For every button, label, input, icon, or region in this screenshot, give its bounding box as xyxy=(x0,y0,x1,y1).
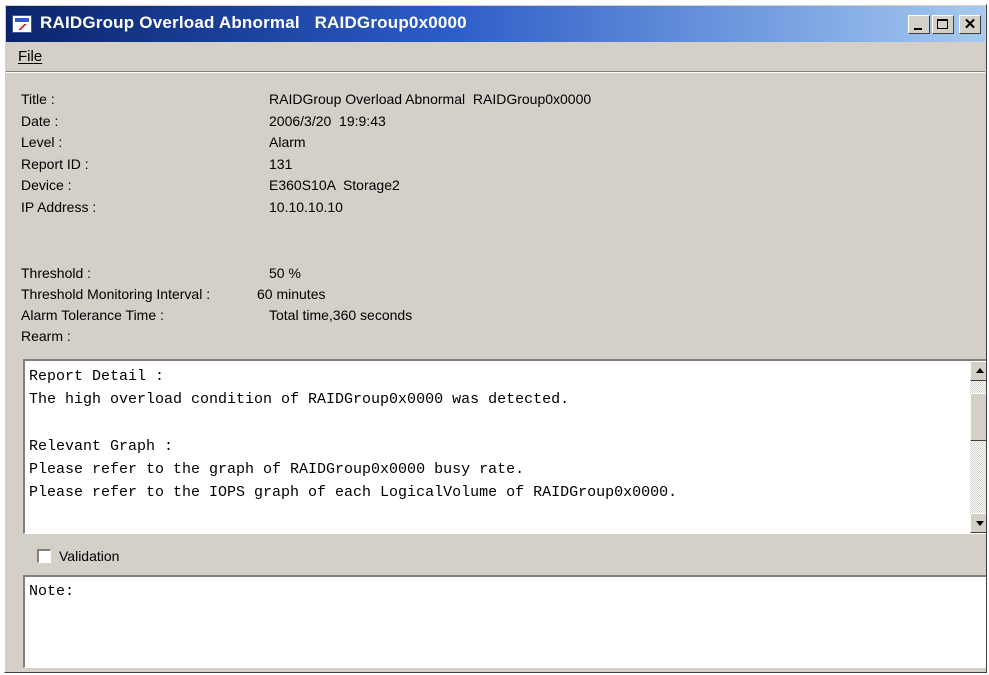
report-window: RAIDGroup Overload Abnormal RAIDGroup0x0… xyxy=(4,4,987,673)
info-label: Rearm : xyxy=(21,328,71,344)
info-label: Report ID : xyxy=(21,155,89,172)
info-label: Threshold : xyxy=(21,265,92,281)
detail-line: Please refer to the graph of RAIDGroup0x… xyxy=(29,461,525,479)
detail-line: Report Detail : xyxy=(29,368,165,385)
note-textarea[interactable]: Note: xyxy=(23,575,986,668)
detail-line: Relevant Graph : xyxy=(29,437,174,455)
menu-separator xyxy=(6,71,985,73)
down-arrow-icon xyxy=(976,521,984,526)
info-value: 10.10.10.10 xyxy=(269,198,343,215)
report-detail-textarea[interactable]: Report Detail : The high overload conditi… xyxy=(23,359,986,534)
validation-checkbox[interactable] xyxy=(37,549,51,563)
info-label: Level : xyxy=(21,134,63,150)
report-window-icon[interactable] xyxy=(12,15,32,33)
info-value: 50 % xyxy=(269,265,301,281)
note-text: Note: xyxy=(29,583,75,600)
close-button[interactable]: ✕ xyxy=(959,15,981,34)
info-value: Total time,360 seconds xyxy=(269,307,413,323)
info-value: 2006/3/20 19:9:43 xyxy=(269,112,386,129)
maximize-icon xyxy=(937,19,948,29)
up-arrow-icon xyxy=(976,368,984,373)
scroll-thumb[interactable] xyxy=(970,393,986,441)
close-icon: ✕ xyxy=(963,16,977,33)
menu-file[interactable]: File xyxy=(18,48,42,65)
title-bar[interactable]: RAIDGroup Overload Abnormal RAIDGroup0x0… xyxy=(6,6,985,42)
info-value: Alarm xyxy=(269,134,306,150)
window-controls: ✕ xyxy=(908,15,981,35)
validation-label: Validation xyxy=(59,548,120,564)
info-label: Device : xyxy=(21,177,72,193)
info-label: Threshold Monitoring Interval : xyxy=(21,286,211,302)
info-label: Title : xyxy=(21,91,55,107)
vertical-scrollbar[interactable] xyxy=(970,361,986,533)
info-label: Date : xyxy=(21,112,59,129)
scroll-down-button[interactable] xyxy=(970,513,986,533)
info-label: IP Address : xyxy=(21,198,97,215)
detail-line: The high overload condition of RAIDGroup… xyxy=(29,391,570,409)
info-value: E360S10A Storage2 xyxy=(269,177,400,193)
info-value: 131 xyxy=(269,155,293,172)
menu-file-label: File xyxy=(18,48,43,65)
minimize-button[interactable] xyxy=(908,15,930,34)
menu-bar: File xyxy=(6,42,985,70)
detail-line: Please refer to the IOPS graph of each L… xyxy=(29,484,678,502)
info-value: 60 minutes xyxy=(257,286,326,302)
maximize-button[interactable] xyxy=(932,15,954,34)
window-title: RAIDGroup Overload Abnormal RAIDGroup0x0… xyxy=(40,13,467,32)
info-value: RAIDGroup Overload Abnormal RAIDGroup0x0… xyxy=(269,91,592,107)
minimize-icon xyxy=(914,28,922,30)
scroll-up-button[interactable] xyxy=(970,361,986,381)
report-detail-text: Report Detail : The high overload conditi… xyxy=(29,365,968,533)
detail-line xyxy=(29,412,968,435)
info-label: Alarm Tolerance Time : xyxy=(21,307,164,323)
